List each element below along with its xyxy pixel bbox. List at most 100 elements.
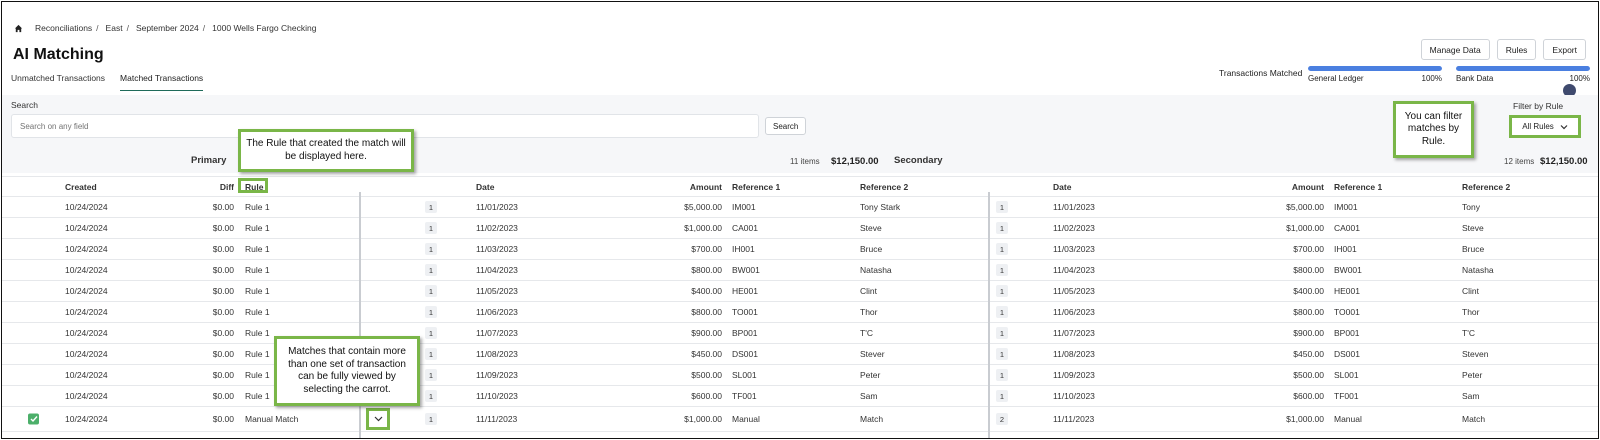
cell-primary-amount: $900.00	[691, 328, 722, 338]
expand-match-button[interactable]	[366, 408, 390, 430]
col-diff[interactable]: Diff	[220, 182, 234, 192]
chevron-down-icon	[1560, 124, 1568, 129]
search-label: Search	[11, 100, 38, 110]
col-created[interactable]: Created	[65, 182, 97, 192]
cell-primary-reference-1: BW001	[732, 265, 760, 275]
col-secondary-amount[interactable]: Amount	[1292, 182, 1324, 192]
col-secondary-date[interactable]: Date	[1053, 182, 1071, 192]
primary-section-label: Primary	[191, 155, 227, 166]
table-body: 10/24/2024 $0.00 Rule 1 11/01/2023 $5,000.00…	[2, 197, 1598, 432]
breadcrumb-item-period[interactable]: September 2024	[136, 23, 199, 33]
cell-secondary-reference-2: Thor	[1462, 307, 1480, 317]
table-row[interactable]: 10/24/2024 $0.00 Rule 1 11/05/2023 $400.00 HE…	[2, 281, 1598, 302]
cell-primary-date: 11/11/2023	[476, 414, 518, 424]
cell-primary-date: 11/07/2023	[476, 328, 518, 338]
cell-secondary-amount: $700.00	[1293, 244, 1324, 254]
cell-primary-reference-2: Bruce	[860, 244, 883, 254]
breadcrumb-separator: /	[126, 23, 129, 33]
cell-primary-date: 11/06/2023	[476, 307, 518, 317]
cell-secondary-amount: $600.00	[1293, 391, 1324, 401]
cell-secondary-date: 11/02/2023	[1053, 223, 1095, 233]
table-row[interactable]: 10/24/2024 $0.00 Rule 1 11/08/2023 $450.00 DS…	[2, 344, 1598, 365]
tab-matched-transactions[interactable]: Matched Transactions	[120, 73, 204, 91]
cell-secondary-reference-1: BP001	[1334, 328, 1360, 338]
cell-secondary-date: 11/09/2023	[1053, 370, 1095, 380]
col-secondary-reference-2[interactable]: Reference 2	[1462, 182, 1510, 192]
general-ledger-progress-fill	[1308, 66, 1442, 71]
primary-count-badge: 1	[425, 285, 437, 297]
page-title: AI Matching	[13, 46, 104, 63]
cell-primary-amount: $1,000.00	[684, 414, 722, 424]
cell-diff: $0.00	[212, 223, 234, 233]
tab-unmatched-transactions[interactable]: Unmatched Transactions	[11, 73, 105, 91]
manage-data-button[interactable]: Manage Data	[1420, 39, 1490, 60]
table-row[interactable]: 10/24/2024 $0.00 Rule 1 11/07/2023 $900.00 BP…	[2, 323, 1598, 344]
table-row[interactable]: 10/24/2024 $0.00 Rule 1 11/10/2023 $600.00 TF…	[2, 386, 1598, 407]
table-row[interactable]: 10/24/2024 $0.00 Rule 1 11/03/2023 $700.00 IH…	[2, 239, 1598, 260]
table-row[interactable]: 10/24/2024 $0.00 Rule 1 11/02/2023 $1,000.00…	[2, 218, 1598, 239]
cell-secondary-reference-1: CA001	[1334, 223, 1360, 233]
table-row[interactable]: 10/24/2024 $0.00 Rule 1 11/01/2023 $5,000.00…	[2, 197, 1598, 218]
breadcrumb-item-reconciliations[interactable]: Reconciliations	[35, 23, 92, 33]
cell-primary-amount: $500.00	[691, 370, 722, 380]
table-row[interactable]: 10/24/2024 $0.00 Manual Match 11/11/2023 $1,…	[2, 407, 1598, 432]
column-divider-secondary	[988, 192, 990, 438]
col-primary-reference-2[interactable]: Reference 2	[860, 182, 908, 192]
cell-created: 10/24/2024	[65, 202, 108, 212]
callout-filter-by-rule: You can filter matches by Rule.	[1393, 101, 1474, 158]
table-row[interactable]: 10/24/2024 $0.00 Rule 1 11/09/2023 $500.00 SL…	[2, 365, 1598, 386]
col-secondary-reference-1[interactable]: Reference 1	[1334, 182, 1382, 192]
col-primary-reference-1[interactable]: Reference 1	[732, 182, 780, 192]
cell-secondary-reference-2: Natasha	[1462, 265, 1494, 275]
export-button[interactable]: Export	[1543, 39, 1586, 60]
secondary-count-badge: 1	[996, 348, 1008, 360]
cell-primary-date: 11/02/2023	[476, 223, 518, 233]
cell-rule: Manual Match	[245, 414, 299, 424]
home-icon[interactable]	[14, 24, 23, 33]
cell-secondary-reference-2: Clint	[1462, 286, 1480, 296]
cell-primary-amount: $1,000.00	[684, 223, 722, 233]
cell-primary-reference-1: IM001	[732, 202, 756, 212]
general-ledger-value: 100%	[1421, 74, 1442, 83]
transactions-matched-label: Transactions Matched	[1219, 68, 1303, 78]
filter-by-rule-select[interactable]: All Rules	[1509, 115, 1581, 138]
primary-count-badge: 1	[425, 243, 437, 255]
cell-secondary-reference-2: Bruce	[1462, 244, 1485, 254]
cell-rule: Rule 1	[245, 223, 270, 233]
callout-expand-carrot: Matches that contain more than one set o…	[274, 336, 420, 406]
secondary-section-label: Secondary	[894, 155, 943, 166]
secondary-total: $12,150.00	[1540, 156, 1588, 167]
search-button[interactable]: Search	[765, 117, 807, 135]
breadcrumb: Reconciliations / East / September 2024 …	[14, 23, 316, 33]
cell-created: 10/24/2024	[65, 244, 108, 254]
cell-primary-reference-2: Tony Stark	[860, 202, 901, 212]
primary-count-badge: 1	[425, 306, 437, 318]
cell-primary-reference-1: TO001	[732, 307, 758, 317]
row-checkbox[interactable]	[28, 413, 39, 425]
cell-diff: $0.00	[212, 370, 234, 380]
cell-secondary-date: 11/04/2023	[1053, 265, 1095, 275]
cell-created: 10/24/2024	[65, 414, 108, 424]
primary-count-badge: 1	[425, 413, 437, 425]
cell-primary-reference-2: Match	[860, 414, 884, 424]
rules-button[interactable]: Rules	[1496, 39, 1537, 60]
cell-primary-reference-2: Natasha	[860, 265, 892, 275]
breadcrumb-separator: /	[202, 23, 206, 33]
secondary-count-badge: 1	[996, 222, 1008, 234]
col-primary-date[interactable]: Date	[476, 182, 494, 192]
cell-diff: $0.00	[212, 265, 234, 275]
table-row[interactable]: 10/24/2024 $0.00 Rule 1 11/04/2023 $800.00 BW…	[2, 260, 1598, 281]
breadcrumb-separator: /	[96, 23, 99, 33]
primary-count-badge: 1	[425, 327, 437, 339]
cell-secondary-date: 11/03/2023	[1053, 244, 1095, 254]
cell-secondary-reference-2: Match	[1462, 414, 1486, 424]
col-primary-amount[interactable]: Amount	[690, 182, 722, 192]
cell-secondary-reference-2: Sam	[1462, 391, 1480, 401]
secondary-count-badge: 1	[996, 285, 1008, 297]
breadcrumb-item-account[interactable]: 1000 Wells Fargo Checking	[212, 23, 316, 33]
cell-secondary-amount: $800.00	[1293, 307, 1324, 317]
cell-primary-reference-2: Sam	[860, 391, 878, 401]
table-row[interactable]: 10/24/2024 $0.00 Rule 1 11/06/2023 $800.00 TO…	[2, 302, 1598, 323]
cell-secondary-date: 11/10/2023	[1053, 391, 1095, 401]
breadcrumb-item-east[interactable]: East	[106, 23, 123, 33]
